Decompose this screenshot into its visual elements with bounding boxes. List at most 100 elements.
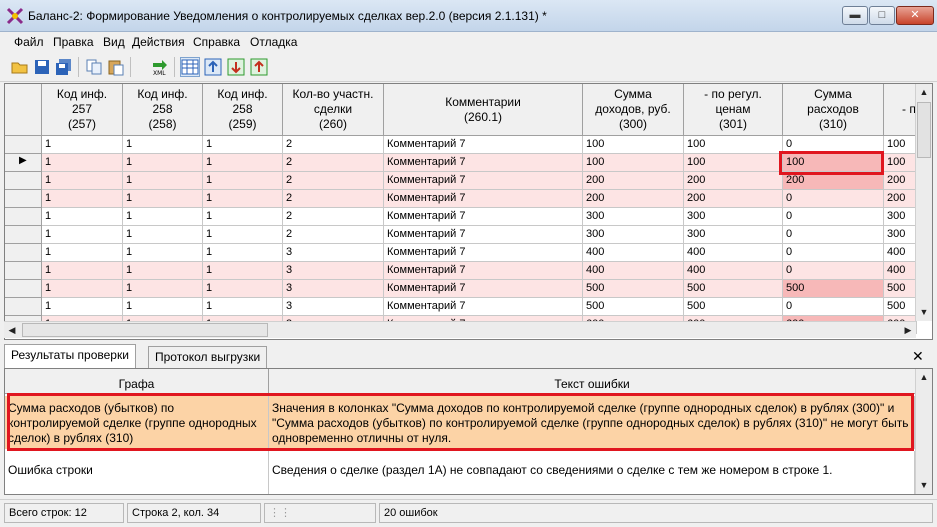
table-cell[interactable]: 1 [123,154,203,172]
move-up-icon[interactable] [249,57,269,77]
column-header-310[interactable]: Сумма расходов (310) [783,84,884,136]
table-cell[interactable]: 1 [203,298,283,316]
table-cell[interactable]: 500 [684,298,783,316]
column-header-301[interactable]: - по регул. ценам (301) [684,84,783,136]
save-icon[interactable] [32,57,52,77]
table-cell[interactable]: 0 [783,262,884,280]
table-cell[interactable]: 1 [123,226,203,244]
table-cell[interactable]: 200 [884,190,917,208]
table-row[interactable]: 1 1 1 3 Комментарий 7 400 400 0 400 [5,244,932,262]
table-cell[interactable]: 2 [283,190,384,208]
table-row[interactable]: 1 1 1 2 Комментарий 7 200 200 0 200 [5,190,932,208]
table-cell[interactable]: 1 [42,208,123,226]
table-row[interactable]: 1 1 1 3 Комментарий 7 500 500 0 500 [5,298,932,316]
table-cell[interactable]: 400 [684,262,783,280]
table-cell[interactable]: 300 [583,226,684,244]
table-cell[interactable]: Комментарий 7 [384,244,583,262]
table-cell[interactable]: 1 [203,208,283,226]
table-cell[interactable]: 0 [783,226,884,244]
row-indicator[interactable] [5,244,42,262]
scroll-down-icon[interactable]: ▼ [916,304,932,320]
table-row[interactable]: 1 1 1 2 Комментарий 7 300 300 0 300 [5,226,932,244]
column-header-257[interactable]: Код инф. 257 (257) [42,84,123,136]
menu-debug[interactable]: Отладка [250,35,297,49]
table-cell[interactable]: 1 [42,244,123,262]
table-cell[interactable]: 1 [42,172,123,190]
table-cell[interactable]: 1 [123,136,203,154]
table-cell[interactable]: 400 [884,244,917,262]
table-cell[interactable]: Комментарий 7 [384,280,583,298]
table-row[interactable]: 1 1 1 3 Комментарий 7 500 500 500 500 [5,280,932,298]
table-cell[interactable]: 100 [684,136,783,154]
open-folder-icon[interactable] [10,57,30,77]
tab-export-protocol[interactable]: Протокол выгрузки [148,346,268,368]
table-row[interactable]: 1 1 1 2 Комментарий 7 300 300 0 300 [5,208,932,226]
table-cell[interactable]: 1 [203,226,283,244]
table-cell[interactable]: 100 [583,136,684,154]
table-cell[interactable]: 1 [123,172,203,190]
minimize-button[interactable]: ▬ [842,6,868,25]
table-cell[interactable]: 0 [783,298,884,316]
table-cell[interactable]: 1 [123,280,203,298]
table-cell[interactable]: 2 [283,226,384,244]
table-cell[interactable]: 2 [283,136,384,154]
table-cell[interactable]: 3 [283,280,384,298]
table-cell[interactable]: 0 [783,208,884,226]
table-cell[interactable]: 1 [42,226,123,244]
tab-check-results[interactable]: Результаты проверки [4,344,136,368]
column-header-260[interactable]: Кол-во участн. сделки (260) [283,84,384,136]
table-cell[interactable]: 1 [203,190,283,208]
table-cell[interactable]: 300 [884,226,917,244]
table-cell[interactable]: 500 [884,280,917,298]
table-cell[interactable]: 1 [42,280,123,298]
scroll-up-icon[interactable]: ▲ [916,84,932,100]
export-xml-icon[interactable]: XML [150,57,170,77]
grid-horizontal-scrollbar[interactable]: ◀ ▶ [4,321,916,338]
table-cell[interactable]: 1 [203,244,283,262]
table-cell[interactable]: 300 [884,208,917,226]
table-cell[interactable]: 1 [203,136,283,154]
table-cell[interactable]: 200 [583,190,684,208]
table-cell[interactable]: Комментарий 7 [384,262,583,280]
scroll-left-icon[interactable]: ◀ [4,322,20,338]
table-cell[interactable]: 500 [583,298,684,316]
row-indicator[interactable] [5,226,42,244]
table-cell[interactable]: 400 [583,244,684,262]
column-header-258[interactable]: Код инф. 258 (258) [123,84,203,136]
column-header-259[interactable]: Код инф. 258 (259) [203,84,283,136]
scroll-down-icon[interactable]: ▼ [916,477,932,493]
scroll-thumb[interactable] [917,102,931,158]
row-indicator[interactable]: ▶ [5,154,42,172]
table-cell[interactable]: 1 [42,262,123,280]
table-cell[interactable]: Комментарий 7 [384,136,583,154]
table-cell[interactable]: Комментарий 7 [384,172,583,190]
table-cell[interactable]: Комментарий 7 [384,190,583,208]
table-cell[interactable]: Комментарий 7 [384,298,583,316]
table-view-icon[interactable] [180,57,200,77]
table-cell[interactable]: 1 [42,136,123,154]
table-cell[interactable]: 1 [123,298,203,316]
copy-icon[interactable] [84,57,104,77]
menu-file[interactable]: Файл [14,35,44,49]
row-indicator[interactable] [5,136,42,154]
table-cell[interactable]: 2 [283,154,384,172]
table-cell[interactable]: 1 [123,208,203,226]
column-header-300[interactable]: Сумма доходов, руб. (300) [583,84,684,136]
move-down-icon[interactable] [226,57,246,77]
table-cell[interactable]: 3 [283,262,384,280]
table-cell[interactable]: 2 [283,208,384,226]
table-cell[interactable]: 200 [583,172,684,190]
menu-view[interactable]: Вид [103,35,125,49]
table-cell[interactable]: 300 [583,208,684,226]
table-cell[interactable]: 500 [684,280,783,298]
save-as-icon[interactable] [54,57,74,77]
table-cell[interactable]: 500 [583,280,684,298]
table-cell[interactable]: Комментарий 7 [384,226,583,244]
row-indicator[interactable] [5,208,42,226]
menu-edit[interactable]: Правка [53,35,94,49]
error-row[interactable]: Ошибка строки Сведения о сделке (раздел … [5,451,915,494]
row-indicator[interactable] [5,262,42,280]
table-cell[interactable]: 100 [884,136,917,154]
table-cell[interactable]: 100 [884,154,917,172]
row-indicator[interactable] [5,298,42,316]
